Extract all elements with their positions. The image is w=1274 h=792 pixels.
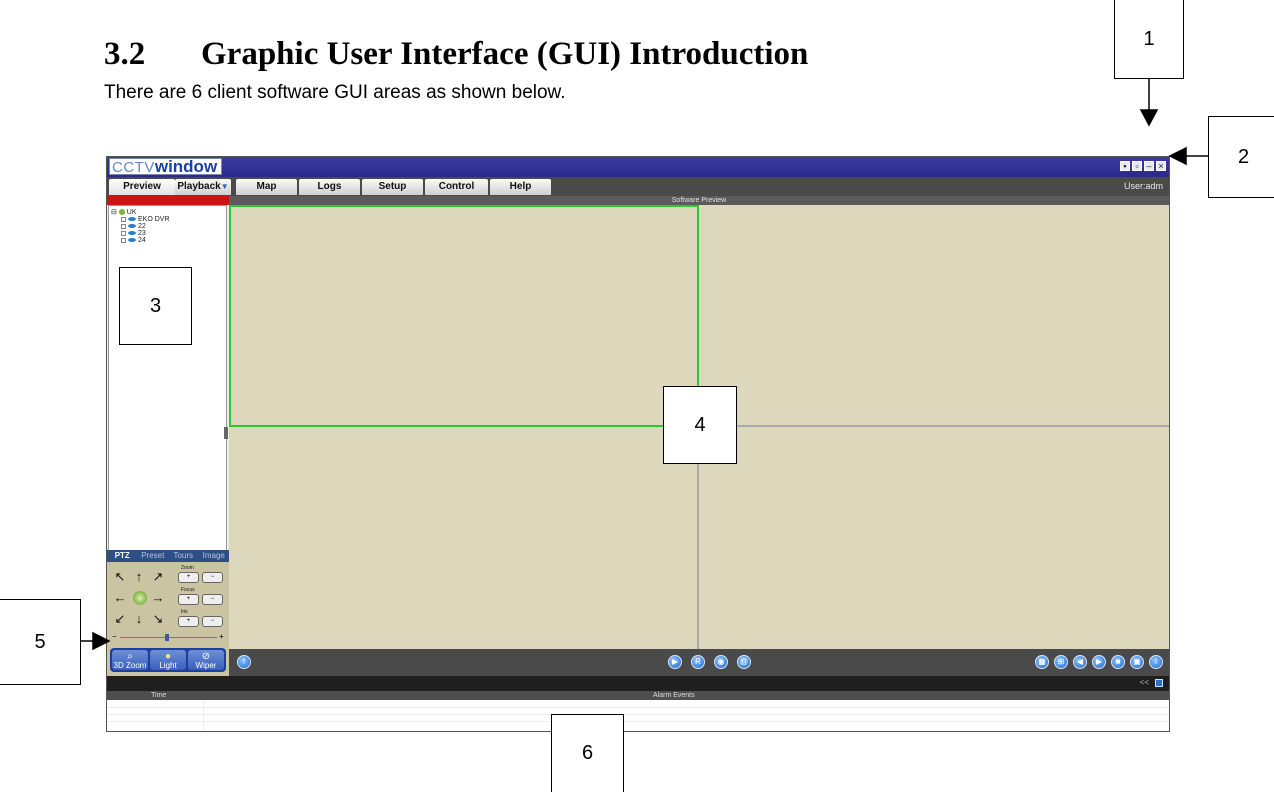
callout-5: 5 (0, 599, 81, 685)
callout-4: 4 (663, 386, 737, 464)
arrow-1-head (1139, 109, 1159, 127)
callout-arrows (80, 78, 1208, 651)
callout-3: 3 (119, 267, 192, 345)
arrow-2-head (1168, 146, 1187, 166)
callout-1: 1 (1114, 0, 1184, 79)
callout-2: 2 (1208, 116, 1274, 198)
callout-6: 6 (551, 714, 624, 792)
arrow-5-head (92, 631, 111, 651)
